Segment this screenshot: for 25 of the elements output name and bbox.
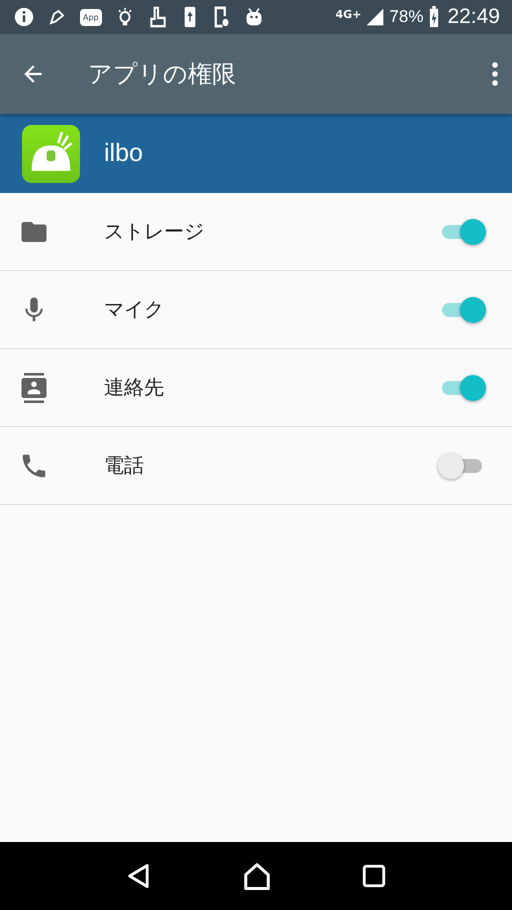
app-name: ilbo: [104, 139, 143, 168]
permission-label: 連絡先: [104, 374, 165, 401]
robot-icon: [244, 7, 264, 27]
square-icon: [361, 863, 388, 889]
app-icon: App: [80, 8, 102, 26]
permission-row[interactable]: 電話: [0, 427, 512, 505]
light-bulb-icon: [116, 7, 134, 27]
signal-icon: [365, 7, 386, 27]
clock: 22:49: [447, 5, 500, 29]
permission-label: マイク: [104, 296, 165, 323]
more-vertical-icon: [492, 62, 498, 86]
permission-row[interactable]: ストレージ: [0, 193, 512, 271]
screen-title: アプリの権限: [88, 59, 237, 90]
info-icon: [14, 7, 34, 27]
pen-icon: [48, 8, 66, 26]
phone-upload-icon: [182, 6, 198, 28]
permission-label: 電話: [104, 452, 145, 479]
battery-percent: 78%: [389, 7, 424, 27]
network-label: 4G+: [336, 8, 362, 21]
app-logo-icon: [22, 124, 80, 182]
permission-label: ストレージ: [104, 218, 205, 245]
contact-card-icon: [19, 372, 49, 402]
permission-row[interactable]: マイク: [0, 271, 512, 349]
house-icon: [242, 861, 272, 891]
permission-row[interactable]: 連絡先: [0, 349, 512, 427]
